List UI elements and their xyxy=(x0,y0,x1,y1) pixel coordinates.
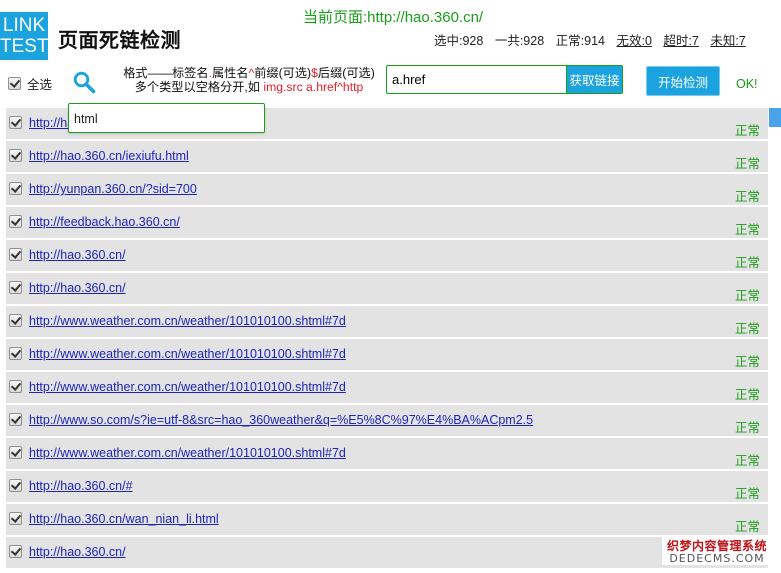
row-link[interactable]: http://www.weather.com.cn/weather/101010… xyxy=(29,314,346,328)
link-row: http://www.weather.com.cn/weather/101010… xyxy=(6,339,768,370)
link-row: http://hao.360.cn/正常 xyxy=(6,273,768,304)
search-icon[interactable] xyxy=(72,70,96,94)
row-checkbox[interactable] xyxy=(9,446,22,459)
row-status: 正常 xyxy=(734,256,760,270)
row-checkbox[interactable] xyxy=(9,116,22,129)
ok-status: OK! xyxy=(736,77,758,91)
hint-text: 格式——标签名 xyxy=(123,66,209,80)
row-checkbox[interactable] xyxy=(9,347,22,360)
scrollbar-thumb[interactable] xyxy=(769,108,781,127)
select-all-label: 全选 xyxy=(27,78,53,92)
row-status: 正常 xyxy=(734,454,760,468)
link-row: http://hao.360.cn/正常 xyxy=(6,240,768,271)
row-checkbox[interactable] xyxy=(9,479,22,492)
row-link[interactable]: http://www.so.com/s?ie=utf-8&src=hao_360… xyxy=(29,413,533,427)
row-checkbox[interactable] xyxy=(9,545,22,558)
format-hint-line-1: 格式——标签名.属性名^前缀(可选)$后缀(可选) xyxy=(116,66,382,80)
stat-invalid-filter[interactable]: 无效:0 xyxy=(616,34,651,48)
stats-bar: 选中:928 一共:928 正常:914 无效:0 超时:7 未知:7 xyxy=(434,30,746,49)
row-link[interactable]: http://www.weather.com.cn/weather/101010… xyxy=(29,347,346,361)
row-checkbox[interactable] xyxy=(9,512,22,525)
link-row: http://feedback.hao.360.cn/正常 xyxy=(6,207,768,238)
hint-text: 属性名 xyxy=(211,66,249,80)
row-checkbox[interactable] xyxy=(9,248,22,261)
hint-text: 后缀(可选) xyxy=(317,66,375,80)
hint-text: 前缀(可选) xyxy=(254,66,312,80)
row-status: 正常 xyxy=(734,388,760,402)
row-checkbox[interactable] xyxy=(9,380,22,393)
link-row: http://yunpan.360.cn/?sid=700 正常 xyxy=(6,174,768,205)
link-row: http://www.weather.com.cn/weather/101010… xyxy=(6,438,768,469)
select-all-checkbox[interactable] xyxy=(8,77,21,90)
row-checkbox[interactable] xyxy=(9,314,22,327)
format-hint: 格式——标签名.属性名^前缀(可选)$后缀(可选) 多个类型以空格分开,如 im… xyxy=(116,66,382,94)
row-status: 正常 xyxy=(734,157,760,171)
row-status: 正常 xyxy=(734,223,760,237)
row-checkbox[interactable] xyxy=(9,413,22,426)
link-row: http://hao.360.cn/iexiufu.html 正常 xyxy=(6,141,768,172)
row-link[interactable]: http://www.weather.com.cn/weather/101010… xyxy=(29,380,346,394)
row-checkbox[interactable] xyxy=(9,281,22,294)
hint-example: img.src a.href^http xyxy=(263,80,364,94)
stat-total: 一共:928 xyxy=(494,34,545,48)
selector-input[interactable] xyxy=(386,65,566,94)
stat-selected: 选中:928 xyxy=(434,34,484,48)
link-row: http://www.weather.com.cn/weather/101010… xyxy=(6,372,768,403)
row-link[interactable]: http://hao.360.cn/ xyxy=(29,248,126,262)
row-status: 正常 xyxy=(734,355,760,369)
current-page-url: 当前页面:http://hao.360.cn/ xyxy=(303,9,484,26)
logo-line-2: TEST xyxy=(0,36,49,57)
app-title: 页面死链检测 xyxy=(58,28,181,52)
stat-unknown-filter[interactable]: 未知:7 xyxy=(710,34,745,48)
row-status: 正常 xyxy=(734,190,760,204)
row-link[interactable]: http://feedback.hao.360.cn/ xyxy=(29,215,180,229)
row-checkbox[interactable] xyxy=(9,215,22,228)
watermark-line-1: 织梦内容管理系统 xyxy=(666,539,767,553)
link-row: http://hao.360.cn/wan_nian_li.html 正常 xyxy=(6,504,768,535)
row-link[interactable]: http://hao.360.cn/iexiufu.html xyxy=(29,149,189,163)
link-row: http://www.so.com/s?ie=utf-8&src=hao_360… xyxy=(6,405,768,436)
link-row: http://hao.360.cn/正常 xyxy=(6,537,768,568)
app-logo: LINK TEST xyxy=(0,12,49,60)
fetch-links-button[interactable]: 获取链接 xyxy=(566,65,623,94)
row-status: 正常 xyxy=(734,520,760,534)
stat-normal: 正常:914 xyxy=(555,34,605,48)
row-link[interactable]: http://hao.360.cn/ xyxy=(29,545,126,559)
list-scrollbar[interactable] xyxy=(769,108,781,573)
stat-timeout-filter[interactable]: 超时:7 xyxy=(663,34,698,48)
row-link[interactable]: http://hao.360.cn/ xyxy=(29,281,126,295)
row-link[interactable]: http://www.weather.com.cn/weather/101010… xyxy=(29,446,346,460)
row-status: 正常 xyxy=(734,487,760,501)
row-status: 正常 xyxy=(734,124,760,138)
row-status: 正常 xyxy=(734,322,760,336)
row-status: 正常 xyxy=(734,421,760,435)
watermark-line-2: DEDECMS.COM xyxy=(669,552,765,565)
row-checkbox[interactable] xyxy=(9,149,22,162)
link-row: http://www.weather.com.cn/weather/101010… xyxy=(6,306,768,337)
hint-text: 多个类型以空格分开,如 xyxy=(134,80,260,94)
row-link[interactable]: http://hao.360.cn/wan_nian_li.html xyxy=(29,512,219,526)
hint-dollar: $ xyxy=(311,66,318,80)
start-check-button[interactable]: 开始检测 xyxy=(646,66,720,96)
row-link[interactable]: http://hao.360.cn/# xyxy=(29,479,133,493)
autocomplete-suggestion[interactable]: html xyxy=(68,103,265,133)
row-link[interactable]: http://yunpan.360.cn/?sid=700 xyxy=(29,182,197,196)
select-all[interactable]: 全选 xyxy=(8,74,52,93)
link-row: http://hao.360.cn/# 正常 xyxy=(6,471,768,502)
row-status: 正常 xyxy=(734,289,760,303)
row-checkbox[interactable] xyxy=(9,182,22,195)
link-list: http://hao.360.cn/正常http://hao.360.cn/ie… xyxy=(6,108,768,573)
logo-line-1: LINK xyxy=(2,15,46,36)
watermark: 织梦内容管理系统 DEDECMS.COM xyxy=(662,537,772,565)
format-hint-line-2: 多个类型以空格分开,如 img.src a.href^http xyxy=(116,80,382,94)
